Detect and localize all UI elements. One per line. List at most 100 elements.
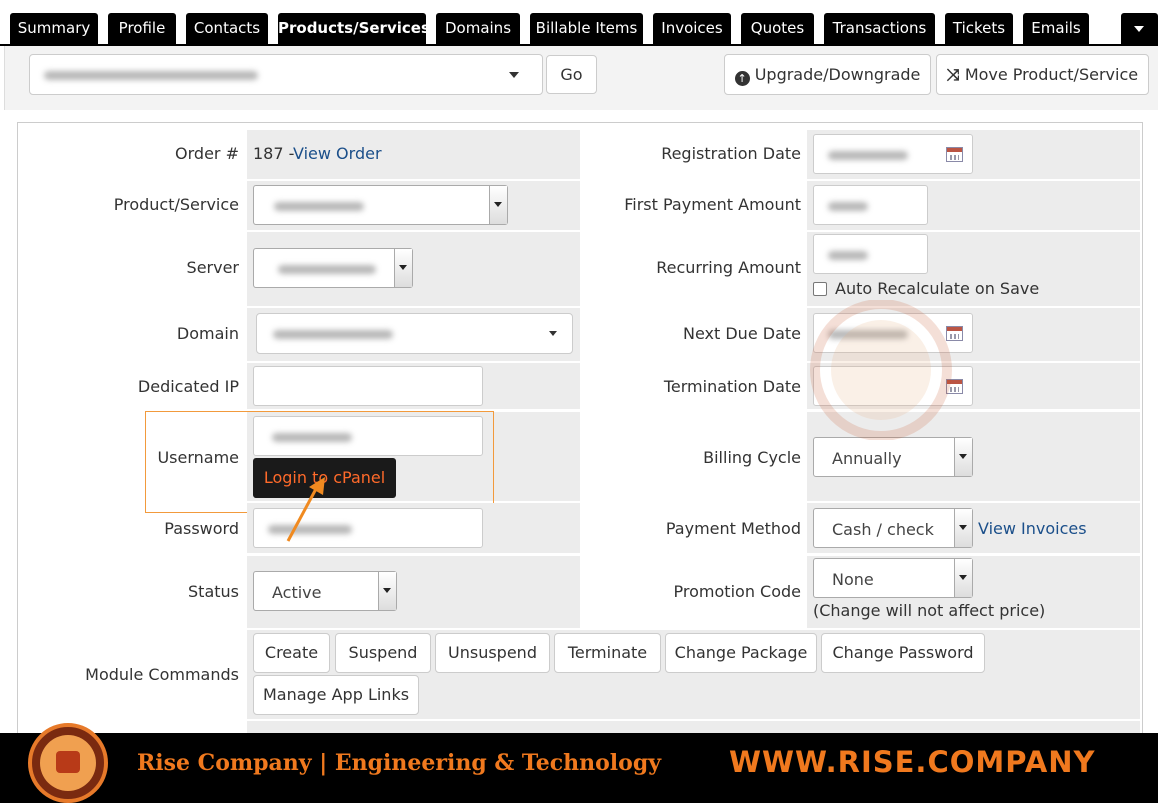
recurring-amount-label: Recurring Amount bbox=[656, 258, 801, 277]
promotion-code-select-button bbox=[954, 559, 972, 597]
tab-transactions[interactable]: Transactions bbox=[824, 13, 935, 44]
promotion-code-field: None (Change will not affect price) bbox=[807, 556, 1140, 628]
recurring-amount-input[interactable] bbox=[813, 234, 928, 274]
order-number-label: Order # bbox=[175, 144, 239, 163]
first-payment-label: First Payment Amount bbox=[624, 195, 801, 214]
product-name-blurred bbox=[44, 71, 258, 80]
next-due-date-label: Next Due Date bbox=[683, 324, 801, 343]
server-select[interactable] bbox=[253, 248, 413, 288]
view-order-link[interactable]: View Order bbox=[293, 144, 382, 163]
chevron-down-icon bbox=[509, 72, 519, 78]
tab-emails[interactable]: Emails bbox=[1023, 13, 1089, 44]
tab-products-services[interactable]: Products/Services bbox=[278, 13, 430, 44]
calendar-icon[interactable] bbox=[946, 147, 963, 162]
tab-tickets[interactable]: Tickets bbox=[945, 13, 1013, 44]
password-label: Password bbox=[164, 519, 239, 538]
domain-value-blurred bbox=[273, 330, 393, 339]
product-selector-dropdown[interactable] bbox=[29, 54, 543, 95]
rise-watermark-logo bbox=[810, 300, 952, 440]
change-package-button[interactable]: Change Package bbox=[665, 633, 817, 673]
server-label: Server bbox=[186, 258, 239, 277]
promotion-code-label: Promotion Code bbox=[673, 582, 801, 601]
registration-date-label: Registration Date bbox=[661, 144, 801, 163]
rise-company-logo bbox=[28, 723, 108, 803]
product-service-value-blurred bbox=[274, 202, 364, 211]
domain-select[interactable] bbox=[256, 313, 573, 354]
create-button[interactable]: Create bbox=[253, 633, 330, 673]
tab-contacts[interactable]: Contacts bbox=[186, 13, 268, 44]
chevron-down-icon bbox=[1134, 26, 1144, 32]
arrow-up-circle-icon: ↑ bbox=[734, 71, 750, 86]
product-service-label: Product/Service bbox=[113, 195, 239, 214]
server-select-button bbox=[394, 249, 412, 287]
termination-date-label: Termination Date bbox=[663, 377, 801, 396]
tab-quotes[interactable]: Quotes bbox=[741, 13, 814, 44]
promotion-code-select[interactable]: None bbox=[813, 558, 973, 598]
chevron-down-icon bbox=[383, 588, 391, 593]
product-service-select[interactable] bbox=[253, 185, 508, 225]
domain-field bbox=[247, 308, 580, 361]
tab-billable-items[interactable]: Billable Items bbox=[530, 13, 643, 44]
order-number-field: 187 - View Order bbox=[247, 130, 580, 179]
product-service-select-button bbox=[489, 186, 507, 224]
registration-date-input[interactable] bbox=[813, 134, 973, 174]
auto-recalculate-checkbox[interactable] bbox=[813, 282, 827, 296]
status-select-button bbox=[378, 572, 396, 610]
payment-method-select[interactable]: Cash / check bbox=[813, 508, 973, 548]
status-label: Status bbox=[188, 582, 239, 601]
company-url-text: WWW.RISE.COMPANY bbox=[729, 745, 1096, 779]
product-select-bar: Go ↑ Upgrade/Downgrade ⤨ Move Product/Se… bbox=[4, 46, 1158, 110]
move-product-label: Move Product/Service bbox=[964, 65, 1139, 84]
first-payment-blurred bbox=[828, 202, 868, 211]
view-invoices-link[interactable]: View Invoices bbox=[978, 519, 1087, 538]
payment-method-label: Payment Method bbox=[665, 519, 801, 538]
chevron-down-icon bbox=[959, 454, 967, 459]
upgrade-downgrade-button[interactable]: ↑ Upgrade/Downgrade bbox=[724, 54, 931, 95]
product-service-field bbox=[247, 181, 580, 230]
payment-method-value: Cash / check bbox=[832, 520, 934, 539]
status-value: Active bbox=[272, 583, 322, 602]
promotion-code-value: None bbox=[832, 570, 874, 589]
first-payment-field bbox=[807, 181, 1140, 230]
upgrade-downgrade-label: Upgrade/Downgrade bbox=[754, 65, 921, 84]
dedicated-ip-label: Dedicated IP bbox=[137, 377, 239, 396]
billing-cycle-select-button bbox=[954, 438, 972, 476]
domain-label: Domain bbox=[176, 324, 239, 343]
tab-summary[interactable]: Summary bbox=[10, 13, 98, 44]
billing-cycle-select[interactable]: Annually bbox=[813, 437, 973, 477]
change-password-button[interactable]: Change Password bbox=[821, 633, 985, 673]
first-payment-input[interactable] bbox=[813, 185, 928, 225]
recurring-amount-field: Auto Recalculate on Save bbox=[807, 232, 1140, 306]
order-number-value: 187 - bbox=[253, 144, 295, 163]
tab-bar: Summary Profile Contacts Products/Servic… bbox=[0, 0, 1158, 46]
tab-domains[interactable]: Domains bbox=[436, 13, 520, 44]
tab-invoices[interactable]: Invoices bbox=[653, 13, 731, 44]
status-field: Active bbox=[247, 556, 580, 628]
module-commands-field: Create Suspend Unsuspend Terminate Chang… bbox=[247, 630, 1140, 719]
unsuspend-button[interactable]: Unsuspend bbox=[435, 633, 550, 673]
dedicated-ip-input[interactable] bbox=[253, 366, 483, 406]
dedicated-ip-field bbox=[247, 363, 580, 409]
suspend-button[interactable]: Suspend bbox=[335, 633, 431, 673]
manage-app-links-button[interactable]: Manage App Links bbox=[253, 675, 419, 715]
status-select[interactable]: Active bbox=[253, 571, 397, 611]
move-product-button[interactable]: ⤨ Move Product/Service bbox=[936, 54, 1149, 95]
annotation-arrow-icon bbox=[286, 477, 325, 542]
chevron-down-icon bbox=[959, 525, 967, 530]
tab-more-dropdown[interactable] bbox=[1121, 13, 1158, 44]
rise-company-banner: Rise Company | Engineering & Technology … bbox=[0, 723, 1158, 803]
billing-cycle-label: Billing Cycle bbox=[703, 448, 801, 467]
chevron-down-icon bbox=[399, 265, 407, 270]
module-commands-label: Module Commands bbox=[85, 665, 239, 684]
tab-profile[interactable]: Profile bbox=[108, 13, 176, 44]
payment-method-select-button bbox=[954, 509, 972, 547]
auto-recalculate-label: Auto Recalculate on Save bbox=[835, 279, 1040, 298]
server-value-blurred bbox=[278, 265, 376, 274]
payment-method-field: Cash / check View Invoices bbox=[807, 503, 1140, 553]
server-field bbox=[247, 232, 580, 306]
billing-cycle-value: Annually bbox=[832, 449, 902, 468]
go-button[interactable]: Go bbox=[546, 55, 597, 94]
terminate-button[interactable]: Terminate bbox=[554, 633, 661, 673]
recurring-amount-blurred bbox=[828, 251, 868, 260]
shuffle-icon: ⤨ bbox=[946, 65, 960, 84]
